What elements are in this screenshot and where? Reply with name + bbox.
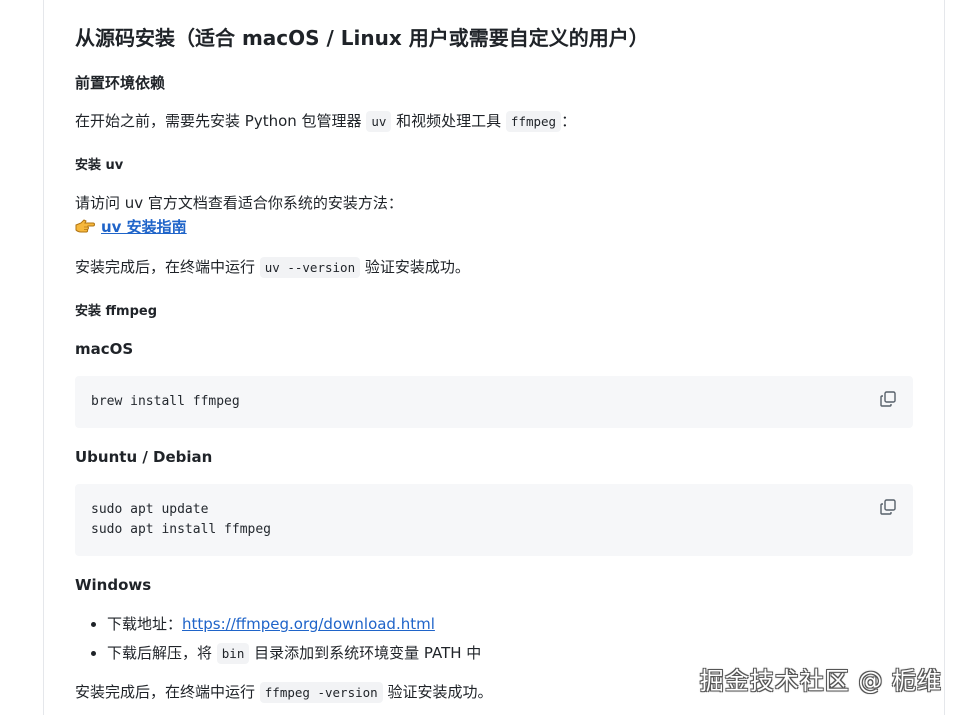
macos-code: brew install ffmpeg: [91, 394, 240, 409]
inline-code-ffmpeg-version: ffmpeg -version: [259, 682, 383, 703]
page-frame: [43, 0, 945, 715]
install-uv-text: 请访问 uv 官方文档查看适合你系统的安装方法：: [75, 194, 403, 212]
ubuntu-code: sudo apt update sudo apt install ffmpeg: [91, 502, 272, 537]
uv-verify-before: 安装完成后，在终端中运行: [75, 258, 260, 276]
macos-heading: macOS: [75, 340, 134, 358]
pointing-hand-icon: [75, 215, 96, 239]
inline-code-ffmpeg: ffmpeg: [505, 111, 562, 132]
inline-code-bin: bin: [216, 643, 250, 664]
install-uv-heading: 安装 uv: [75, 158, 124, 173]
watermark: 掘金技术社区 @ 栀维: [699, 667, 942, 695]
uv-guide-line: uv 安装指南: [75, 215, 187, 239]
prereq-intro-text-2: 和视频处理工具: [391, 112, 506, 130]
install-ffmpeg-heading: 安装 ffmpeg: [75, 304, 158, 319]
uv-verify-after: 验证安装成功。: [360, 258, 470, 276]
inline-code-uv-version: uv --version: [259, 257, 361, 278]
inline-code-uv: uv: [366, 111, 392, 132]
ffmpeg-verify-text: 安装完成后，在终端中运行 ffmpeg -version 验证安装成功。: [75, 680, 492, 705]
ffmpeg-verify-after: 验证安装成功。: [382, 683, 493, 701]
list-item: 下载地址：https://ffmpeg.org/download.html: [107, 610, 481, 639]
macos-code-block: brew install ffmpeg: [75, 376, 913, 428]
copy-icon[interactable]: [879, 498, 897, 516]
ubuntu-heading: Ubuntu / Debian: [75, 448, 213, 466]
download-label: 下载地址：: [107, 615, 183, 633]
page-title: 从源码安装（适合 macOS / Linux 用户或需要自定义的用户）: [75, 26, 649, 50]
windows-steps-list: 下载地址：https://ffmpeg.org/download.html 下载…: [75, 610, 481, 668]
path-step-after: 目录添加到系统环境变量 PATH 中: [249, 644, 482, 662]
prereq-heading: 前置环境依赖: [75, 74, 166, 92]
prereq-intro: 在开始之前，需要先安装 Python 包管理器 uv 和视频处理工具 ffmpe…: [75, 109, 576, 134]
ffmpeg-verify-before: 安装完成后，在终端中运行: [75, 683, 260, 701]
path-step-before: 下载后解压，将: [107, 644, 217, 662]
uv-install-guide-link[interactable]: uv 安装指南: [101, 218, 187, 236]
ffmpeg-download-link[interactable]: https://ffmpeg.org/download.html: [182, 615, 435, 633]
ubuntu-code-block: sudo apt update sudo apt install ffmpeg: [75, 484, 913, 556]
copy-icon[interactable]: [879, 390, 897, 408]
prereq-intro-colon: ：: [561, 112, 577, 130]
uv-verify-text: 安装完成后，在终端中运行 uv --version 验证安装成功。: [75, 255, 470, 280]
windows-heading: Windows: [75, 576, 152, 594]
prereq-intro-text: 在开始之前，需要先安装 Python 包管理器: [75, 112, 367, 130]
list-item: 下载后解压，将 bin 目录添加到系统环境变量 PATH 中: [107, 639, 481, 668]
